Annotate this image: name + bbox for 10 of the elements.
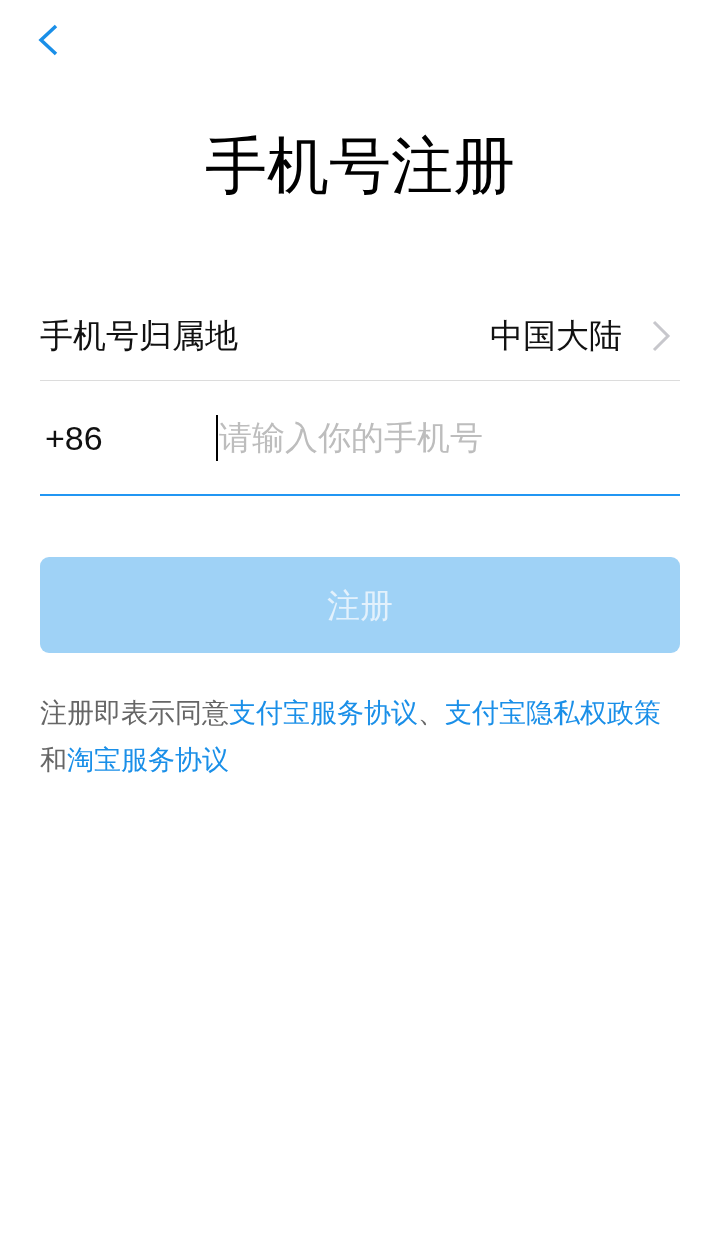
country-code: +86: [45, 420, 104, 455]
back-chevron-icon: [37, 24, 59, 56]
agreement-link[interactable]: 支付宝服务协议: [229, 698, 418, 728]
agreement-link[interactable]: 支付宝隐私权政策: [445, 698, 661, 728]
page-title: 手机号注册: [205, 135, 515, 197]
region-label: 手机号归属地: [40, 319, 238, 352]
agreement-text: 注册即表示同意支付宝服务协议、支付宝隐私权政策 和淘宝服务协议: [40, 697, 662, 777]
region-value[interactable]: 中国大陆: [490, 319, 622, 352]
phone-input-field[interactable]: 请输入你的手机号: [216, 413, 680, 462]
agreement-link[interactable]: 淘宝服务协议: [67, 745, 229, 775]
